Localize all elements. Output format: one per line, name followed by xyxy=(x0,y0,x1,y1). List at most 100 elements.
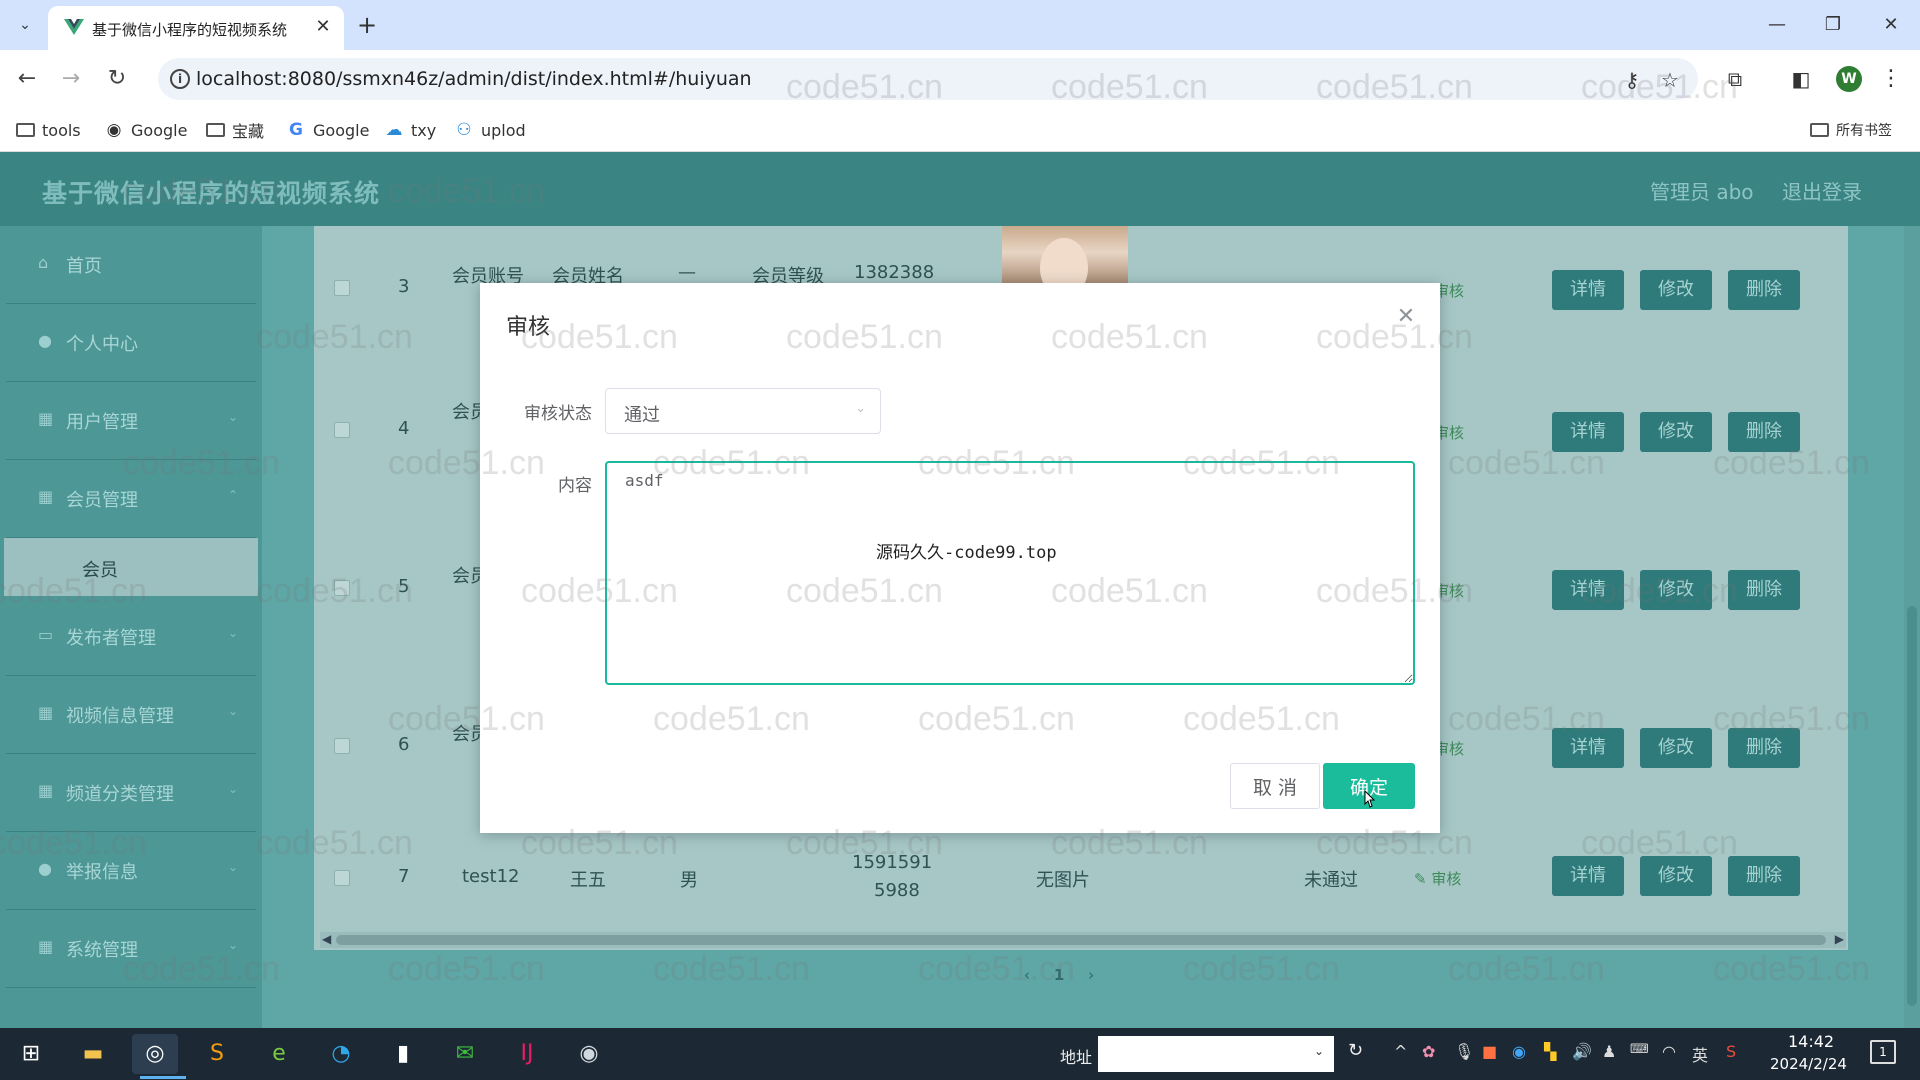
bookmark-uplod[interactable]: ⚇ uplod xyxy=(454,118,525,142)
password-key-icon[interactable]: ⚷ xyxy=(1620,68,1644,92)
address-bar[interactable]: i localhost:8080/ssmxn46z/admin/dist/ind… xyxy=(158,58,1698,100)
cell-gender: 男 xyxy=(680,870,698,891)
restore-icon[interactable]: ❐ xyxy=(1818,12,1848,38)
microphone-icon[interactable]: 🎙 xyxy=(1454,1042,1474,1061)
vertical-scrollbar[interactable] xyxy=(1904,226,1920,1028)
refresh-icon[interactable]: ↻ xyxy=(1348,1040,1363,1061)
side-panel-icon[interactable]: ◧ xyxy=(1788,66,1814,92)
bookmark-star-icon[interactable]: ☆ xyxy=(1658,68,1682,92)
bookmark-google[interactable]: ◉ Google xyxy=(104,118,188,142)
intellij-icon[interactable]: IJ xyxy=(504,1034,550,1074)
sidebar-item-publishers[interactable]: ▭ 发布者管理 ⌄ xyxy=(6,598,256,676)
row-checkbox[interactable] xyxy=(334,422,350,438)
sidebar-item-profile[interactable]: ● 个人中心 xyxy=(6,304,256,382)
tab-close-icon[interactable]: ✕ xyxy=(310,14,336,40)
browser-360-icon[interactable]: e xyxy=(256,1034,302,1074)
horizontal-scrollbar[interactable]: ◀ ▶ xyxy=(320,932,1846,948)
sidebar-item-home[interactable]: ⌂ 首页 xyxy=(6,226,256,304)
row-checkbox[interactable] xyxy=(334,580,350,596)
volume-icon[interactable]: 🔊 xyxy=(1572,1042,1592,1061)
forward-icon[interactable]: → xyxy=(56,64,86,94)
url-text[interactable]: localhost:8080/ssmxn46z/admin/dist/index… xyxy=(196,68,752,90)
detail-button[interactable]: 详情 xyxy=(1552,270,1624,310)
input-method-icon[interactable]: ⌨ xyxy=(1630,1042,1649,1057)
site-info-icon[interactable]: i xyxy=(170,69,190,89)
sublime-text-icon[interactable]: S xyxy=(194,1034,240,1074)
bookmark-txy[interactable]: ☁ txy xyxy=(384,118,437,142)
file-explorer-icon[interactable]: ▬ xyxy=(70,1034,116,1074)
back-icon[interactable]: ← xyxy=(12,64,42,94)
detail-button[interactable]: 详情 xyxy=(1552,412,1624,452)
scrollbar-thumb[interactable] xyxy=(336,935,1826,945)
logout-link[interactable]: 退出登录 xyxy=(1782,176,1862,205)
chevron-down-icon[interactable]: ⌄ xyxy=(1314,1044,1324,1058)
chrome-icon[interactable]: ◎ xyxy=(132,1034,178,1074)
edit-button[interactable]: 修改 xyxy=(1640,412,1712,452)
browser-tab[interactable]: 基于微信小程序的短视频系统 ✕ xyxy=(48,6,344,50)
tray-app-icon[interactable]: ♟ xyxy=(1602,1042,1616,1061)
clock-time[interactable]: 14:42 xyxy=(1788,1032,1834,1051)
sidebar-item-system[interactable]: ▦ 系统管理 ⌄ xyxy=(6,910,256,988)
content-textarea[interactable] xyxy=(605,461,1415,685)
delete-button[interactable]: 删除 xyxy=(1728,270,1800,310)
extensions-icon[interactable]: ⧉ xyxy=(1722,66,1748,92)
sidebar-item-users[interactable]: ▦ 用户管理 ⌄ xyxy=(6,382,256,460)
sidebar-item-reports[interactable]: ● 举报信息 ⌄ xyxy=(6,832,256,910)
row-checkbox[interactable] xyxy=(334,280,350,296)
row-checkbox[interactable] xyxy=(334,870,350,886)
address-toolbar-input[interactable] xyxy=(1098,1036,1334,1072)
delete-button[interactable]: 删除 xyxy=(1728,412,1800,452)
detail-button[interactable]: 详情 xyxy=(1552,570,1624,610)
edge-icon[interactable]: ◔ xyxy=(318,1034,364,1074)
bookmark-google-2[interactable]: G Google xyxy=(286,118,369,142)
ime-language[interactable]: 英 xyxy=(1692,1042,1708,1066)
tray-app-icon[interactable]: ◉ xyxy=(1512,1042,1526,1061)
new-tab-button[interactable]: + xyxy=(352,10,382,40)
sidebar-item-channels[interactable]: ▦ 频道分类管理 ⌄ xyxy=(6,754,256,832)
cancel-button[interactable]: 取 消 xyxy=(1230,763,1320,809)
browser-menu-icon[interactable]: ⋮ xyxy=(1880,64,1902,94)
edit-button[interactable]: 修改 xyxy=(1640,856,1712,896)
next-page-icon[interactable]: › xyxy=(1088,966,1094,984)
delete-button[interactable]: 删除 xyxy=(1728,570,1800,610)
profile-avatar[interactable]: W xyxy=(1836,66,1862,92)
tray-expand-icon[interactable]: ^ xyxy=(1394,1042,1407,1061)
sidebar-item-members[interactable]: ▦ 会员管理 ⌃ xyxy=(6,460,256,538)
scroll-left-icon[interactable]: ◀ xyxy=(322,932,331,946)
notification-icon[interactable]: 1 xyxy=(1870,1040,1896,1064)
scrollbar-thumb[interactable] xyxy=(1907,606,1917,1006)
row-checkbox[interactable] xyxy=(334,738,350,754)
clock-date[interactable]: 2024/2/24 xyxy=(1770,1055,1847,1073)
window-close-icon[interactable]: ✕ xyxy=(1876,12,1906,38)
wifi-icon[interactable]: ◠ xyxy=(1662,1042,1676,1061)
sidebar-item-videos[interactable]: ▦ 视频信息管理 ⌄ xyxy=(6,676,256,754)
detail-button[interactable]: 详情 xyxy=(1552,728,1624,768)
prev-page-icon[interactable]: ‹ xyxy=(1024,966,1030,984)
status-select[interactable]: 通过 ⌄ xyxy=(605,388,881,434)
edit-button[interactable]: 修改 xyxy=(1640,570,1712,610)
tab-search-icon[interactable]: ⌄ xyxy=(12,12,38,38)
bookmark-treasure[interactable]: 宝藏 xyxy=(206,118,264,142)
tray-app-icon[interactable]: ✿ xyxy=(1422,1042,1435,1061)
close-icon[interactable]: ✕ xyxy=(1394,305,1418,329)
delete-button[interactable]: 删除 xyxy=(1728,856,1800,896)
wechat-icon[interactable]: ✉ xyxy=(442,1034,488,1074)
edit-button[interactable]: 修改 xyxy=(1640,728,1712,768)
delete-button[interactable]: 删除 xyxy=(1728,728,1800,768)
reload-icon[interactable]: ↻ xyxy=(102,64,132,94)
audit-link[interactable]: ✎ 审核 xyxy=(1414,868,1461,889)
detail-button[interactable]: 详情 xyxy=(1552,856,1624,896)
all-bookmarks[interactable]: 所有书签 xyxy=(1810,118,1892,142)
bookmark-tools[interactable]: tools xyxy=(16,118,81,142)
start-windows-icon[interactable]: ⊞ xyxy=(8,1034,54,1074)
edit-button[interactable]: 修改 xyxy=(1640,270,1712,310)
sidebar-subitem-member[interactable]: 会员 xyxy=(4,538,258,596)
wechat-devtools-icon[interactable]: ◉ xyxy=(566,1034,612,1074)
tray-app-icon[interactable]: ▚ xyxy=(1544,1042,1556,1061)
page-number[interactable]: 1 xyxy=(1054,966,1064,984)
terminal-icon[interactable]: ▮ xyxy=(380,1034,426,1074)
scroll-right-icon[interactable]: ▶ xyxy=(1835,932,1844,946)
minimize-icon[interactable]: — xyxy=(1762,12,1792,38)
sogou-ime-icon[interactable]: S xyxy=(1726,1042,1736,1061)
tray-app-icon[interactable]: ■ xyxy=(1482,1042,1497,1061)
